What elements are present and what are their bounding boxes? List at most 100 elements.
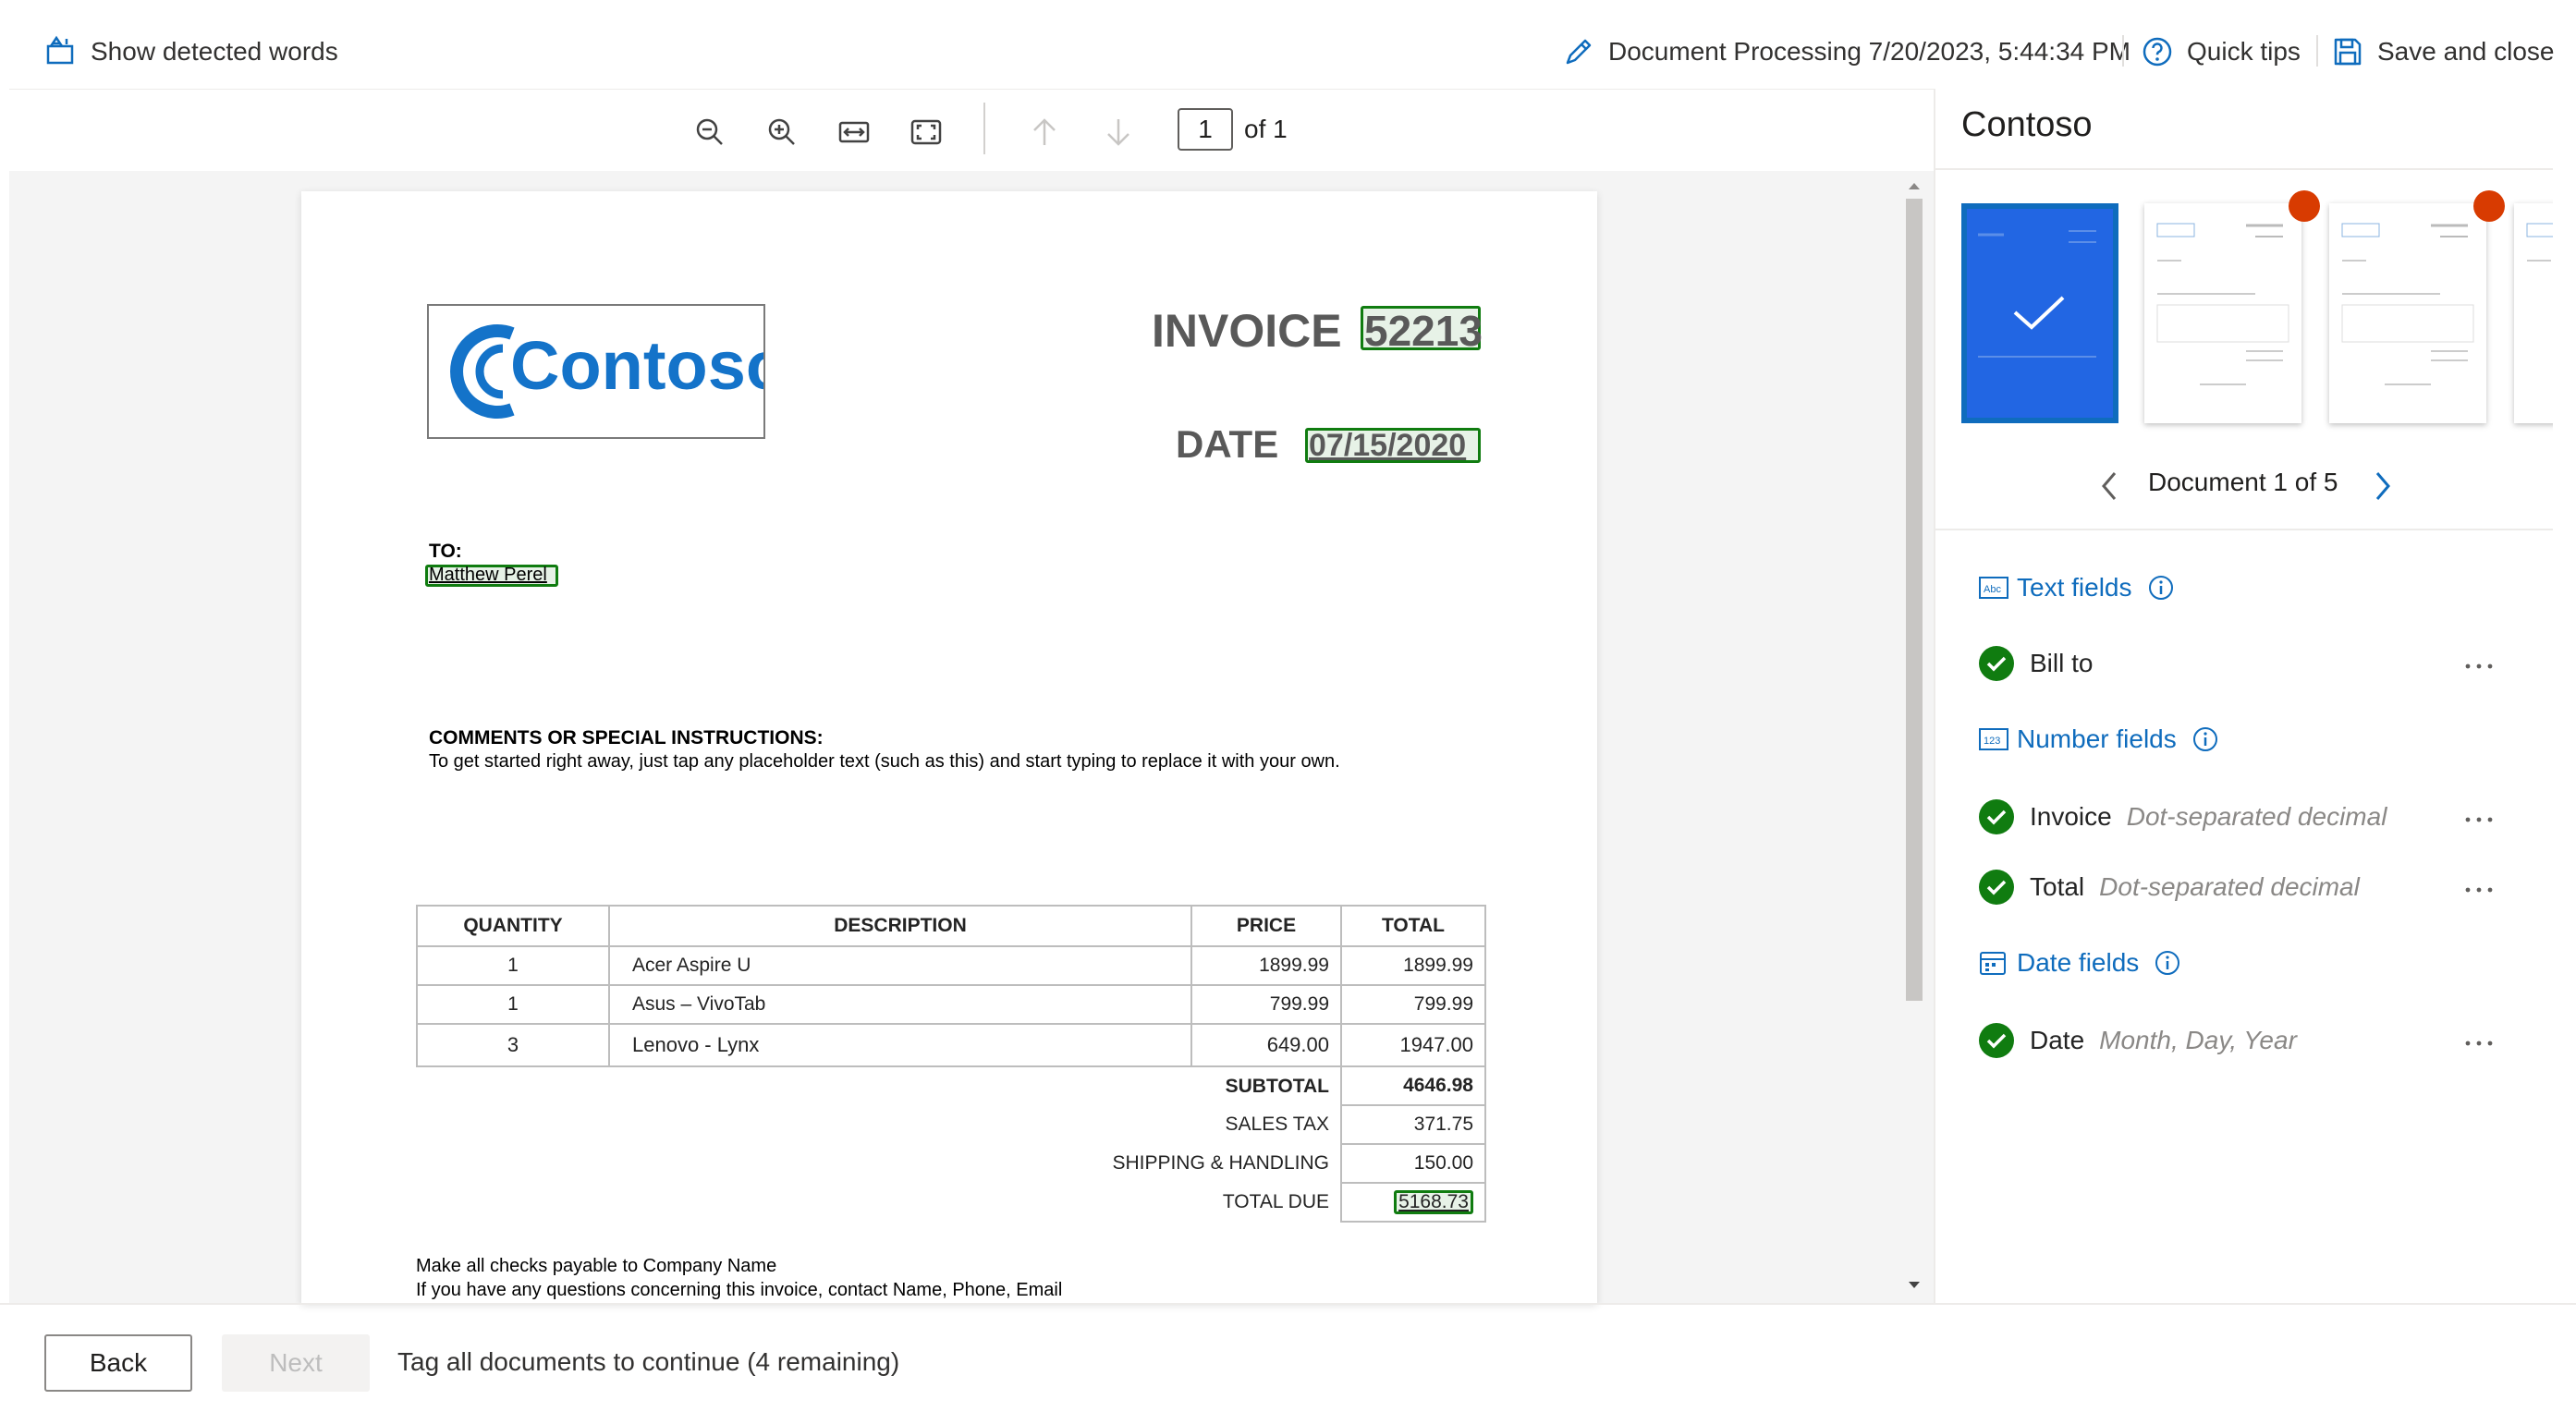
document-thumbnail[interactable] <box>2144 203 2301 423</box>
line-items-table: QUANTITY DESCRIPTION PRICE TOTAL 1 Acer … <box>416 905 1486 1223</box>
document-processing-label: Document Processing 7/20/2023, 5:44:34 P… <box>1608 37 2130 67</box>
tax-value: 371.75 <box>1341 1105 1485 1144</box>
info-icon[interactable] <box>2154 949 2181 977</box>
zoom-out-icon <box>693 116 726 149</box>
total-due-highlight[interactable]: 5168.73 <box>1394 1190 1473 1214</box>
chevron-right-icon[interactable] <box>2368 469 2396 503</box>
show-detected-words-button[interactable]: Show detected words <box>44 28 338 76</box>
document-thumbnail[interactable] <box>2329 203 2486 423</box>
detected-words-icon <box>44 35 78 68</box>
zoom-in-icon <box>765 116 799 149</box>
comments-text: To get started right away, just tap any … <box>429 751 1340 773</box>
tagging-pane: Contoso <box>1934 89 2553 1303</box>
document-processing-title[interactable]: Document Processing 7/20/2023, 5:44:34 P… <box>1562 28 2130 76</box>
invoice-page: Contoso INVOICE 52213 DATE 07/15/2020 TO… <box>301 191 1597 1304</box>
contoso-logo-mark: Contoso <box>429 306 763 437</box>
field-format-hint: Dot-separated decimal <box>2127 802 2387 832</box>
column-header: PRICE <box>1191 906 1341 946</box>
field-total[interactable]: Total Dot-separated decimal <box>1978 869 2360 906</box>
text-fields-section[interactable]: Abc Text fields <box>1978 573 2175 603</box>
scroll-up-icon[interactable] <box>1906 178 1923 195</box>
pane-divider <box>1935 168 2553 170</box>
qty-cell: 1 <box>417 946 609 985</box>
total-cell: 1899.99 <box>1341 946 1485 985</box>
checkmark-icon <box>1967 209 2113 418</box>
checkmark-circle-icon <box>1978 798 2015 835</box>
fit-page-icon <box>910 116 943 149</box>
invoice-thumbnail-preview <box>2329 203 2486 423</box>
desc-cell: Acer Aspire U <box>609 946 1191 985</box>
field-date[interactable]: Date Month, Day, Year <box>1978 1022 2297 1059</box>
scroll-down-icon[interactable] <box>1906 1276 1923 1293</box>
table-header-row: QUANTITY DESCRIPTION PRICE TOTAL <box>417 906 1485 946</box>
previous-page-button[interactable] <box>1024 112 1065 152</box>
zoom-out-button[interactable] <box>690 112 730 152</box>
text-fields-label: Text fields <box>2017 573 2132 603</box>
field-format-hint: Dot-separated decimal <box>2099 872 2360 902</box>
shipping-value: 150.00 <box>1341 1144 1485 1183</box>
comments-label: COMMENTS OR SPECIAL INSTRUCTIONS: <box>429 727 824 749</box>
date-value: 07/15/2020 <box>1309 428 1466 464</box>
info-icon[interactable] <box>2191 725 2219 753</box>
chevron-left-icon[interactable] <box>2096 469 2124 503</box>
status-message: Tag all documents to continue (4 remaini… <box>397 1347 899 1377</box>
svg-text:Abc: Abc <box>1984 584 2001 595</box>
field-name: Date <box>2030 1026 2084 1055</box>
more-options-icon[interactable] <box>2460 652 2497 680</box>
total-cell: 1947.00 <box>1341 1024 1485 1066</box>
document-thumbnail-selected[interactable] <box>1961 203 2118 423</box>
date-fields-section[interactable]: Date fields <box>1978 948 2181 978</box>
quick-tips-button[interactable]: Quick tips <box>2141 28 2301 76</box>
qty-cell: 3 <box>417 1024 609 1066</box>
column-header: QUANTITY <box>417 906 609 946</box>
save-and-close-button[interactable]: Save and close <box>2331 28 2554 76</box>
help-circle-icon <box>2141 35 2174 68</box>
fit-width-button[interactable] <box>834 112 874 152</box>
checkmark-circle-icon <box>1978 1022 2015 1059</box>
tax-label: SALES TAX <box>1191 1105 1341 1144</box>
document-counter: Document 1 of 5 <box>2148 468 2338 497</box>
document-thumbnail[interactable] <box>2514 203 2553 423</box>
quick-tips-label: Quick tips <box>2187 37 2301 67</box>
checkmark-circle-icon <box>1978 645 2015 682</box>
command-divider <box>2316 35 2318 67</box>
contoso-logo: Contoso <box>427 304 765 439</box>
next-button[interactable]: Next <box>222 1334 370 1392</box>
edit-pencil-icon <box>1562 35 1595 68</box>
more-options-icon[interactable] <box>2460 876 2497 904</box>
field-bill-to[interactable]: Bill to <box>1978 645 2093 682</box>
show-detected-words-label: Show detected words <box>91 37 338 67</box>
info-icon[interactable] <box>2147 574 2175 602</box>
column-header: DESCRIPTION <box>609 906 1191 946</box>
checkmark-circle-icon <box>1978 869 2015 906</box>
desc-cell: Asus – VivoTab <box>609 985 1191 1024</box>
untagged-badge <box>2473 190 2505 222</box>
toolbar-divider <box>983 103 985 154</box>
zoom-in-button[interactable] <box>762 112 802 152</box>
field-invoice[interactable]: Invoice Dot-separated decimal <box>1978 798 2387 835</box>
date-fields-label: Date fields <box>2017 948 2139 978</box>
invoice-thumbnail-preview <box>2144 203 2301 423</box>
qty-cell: 1 <box>417 985 609 1024</box>
footer-line-1: Make all checks payable to Company Name <box>416 1256 776 1277</box>
table-row: 1 Acer Aspire U 1899.99 1899.99 <box>417 946 1485 985</box>
subtotal-label: SUBTOTAL <box>1191 1066 1341 1105</box>
number-fields-label: Number fields <box>2017 724 2177 754</box>
fit-page-button[interactable] <box>906 112 946 152</box>
invoice-thumbnail-preview <box>2514 203 2553 423</box>
number-fields-section[interactable]: 123 Number fields <box>1978 724 2219 754</box>
total-cell: 799.99 <box>1341 985 1485 1024</box>
command-bar: Show detected words Document Processing … <box>0 0 2576 89</box>
footer-line-2: If you have any questions concerning thi… <box>416 1280 1062 1301</box>
back-button[interactable]: Back <box>44 1334 192 1392</box>
page-number-input[interactable]: 1 <box>1178 108 1233 151</box>
fit-width-icon <box>837 116 871 149</box>
more-options-icon[interactable] <box>2460 806 2497 834</box>
scrollbar-thumb[interactable] <box>1906 199 1923 1001</box>
more-options-icon[interactable] <box>2460 1029 2497 1057</box>
column-header: TOTAL <box>1341 906 1485 946</box>
to-name: Matthew Perel <box>429 565 547 586</box>
table-row: 3 Lenovo - Lynx 649.00 1947.00 <box>417 1024 1485 1066</box>
field-name: Bill to <box>2030 649 2093 678</box>
next-page-button[interactable] <box>1098 112 1139 152</box>
